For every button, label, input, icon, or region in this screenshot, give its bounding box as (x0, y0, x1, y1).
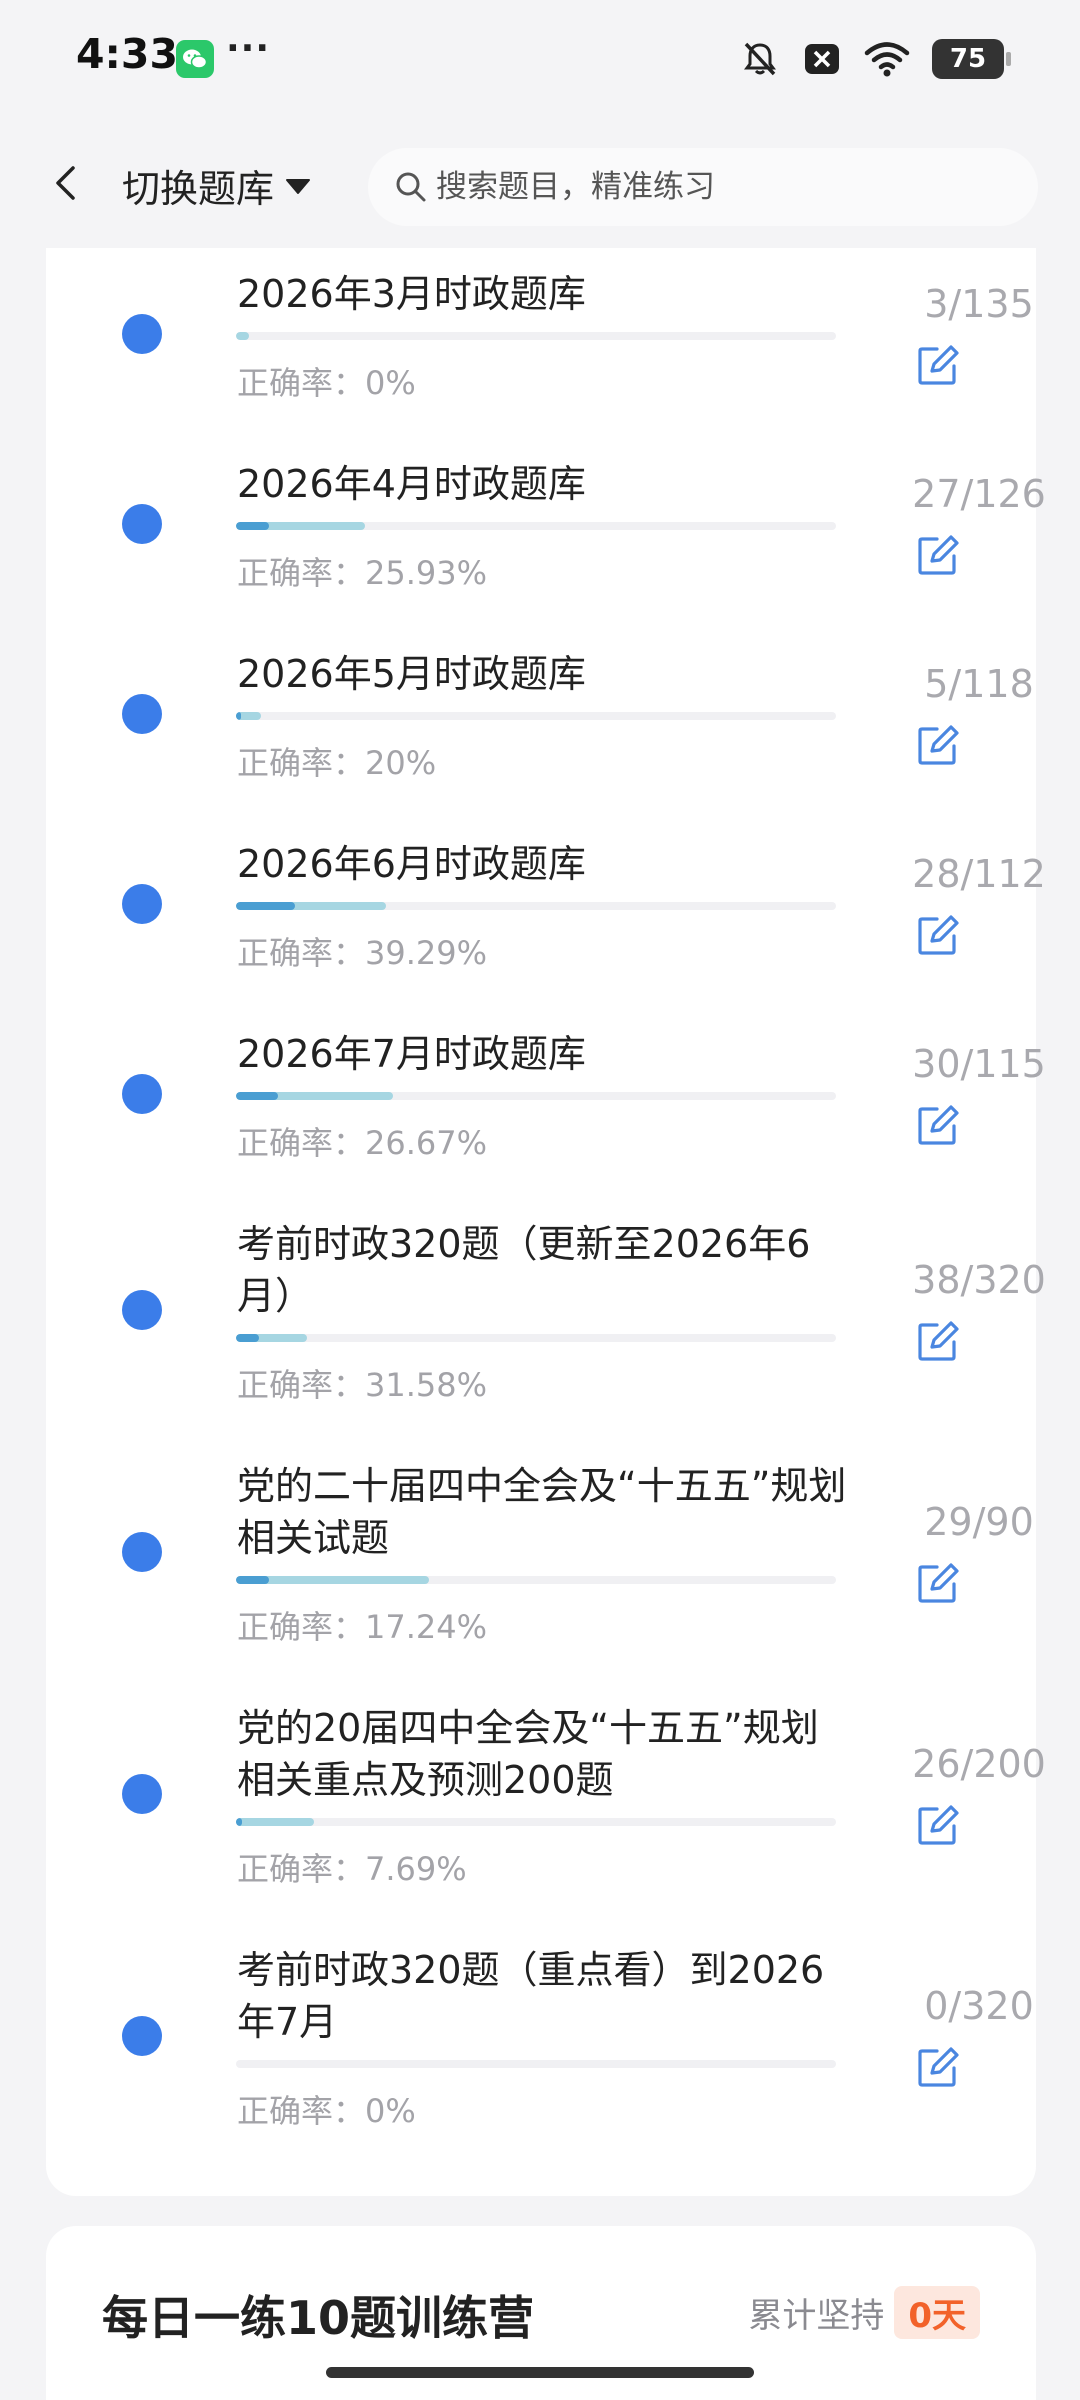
accuracy-label: 正确率：0% (237, 364, 416, 402)
status-bar: 4:33 ··· 75 (0, 0, 1080, 118)
bullet-dot (122, 1290, 162, 1330)
accuracy-label: 正确率：26.67% (237, 1124, 488, 1162)
question-bank-item[interactable]: 2026年6月时政题库 正确率：39.29% 28/112 (46, 818, 1046, 1008)
bank-title: 党的20届四中全会及“十五五”规划相关重点及预测200题 (237, 1706, 819, 1802)
progress-count: 26/200 (912, 1742, 1046, 1786)
streak-badge: 0天 (894, 2286, 980, 2339)
bank-title: 2026年4月时政题库 (237, 462, 586, 506)
bullet-dot (122, 1532, 162, 1572)
bank-title: 2026年5月时政题库 (237, 652, 586, 696)
accuracy-label: 正确率：0% (237, 2092, 416, 2130)
progress-track (236, 712, 836, 720)
question-bank-item[interactable]: 2026年5月时政题库 正确率：20% 5/118 (46, 628, 1036, 818)
progress-track (236, 1818, 836, 1826)
progress-track (236, 332, 836, 340)
edit-icon[interactable] (915, 1802, 961, 1848)
progress-track (236, 522, 836, 530)
bank-title: 2026年3月时政题库 (237, 272, 586, 316)
bullet-dot (122, 504, 162, 544)
progress-count: 28/112 (912, 852, 1046, 896)
home-indicator[interactable] (326, 2367, 754, 2378)
search-box[interactable] (368, 148, 1038, 226)
accuracy-fill (236, 902, 295, 910)
bullet-dot (122, 1774, 162, 1814)
bank-title: 2026年6月时政题库 (237, 842, 586, 886)
question-bank-item[interactable]: 考前时政320题（重点看）到2026年7月 正确率：0% 0/320 (46, 1924, 1036, 2166)
accuracy-label: 正确率：17.24% (237, 1608, 488, 1646)
bank-title: 考前时政320题（重点看）到2026年7月 (237, 1948, 825, 2044)
progress-count: 5/118 (924, 662, 1034, 706)
close-notification-icon (805, 44, 839, 74)
wechat-glyph (183, 49, 208, 69)
camp-streak: 累计坚持 0天 (748, 2286, 980, 2339)
battery-icon: 75 (932, 39, 1011, 79)
progress-track (236, 1092, 836, 1100)
question-bank-item[interactable]: 考前时政320题（更新至2026年6月） 正确率：31.58% 38/320 (46, 1198, 1046, 1440)
question-bank-item[interactable]: 2026年4月时政题库 正确率：25.93% 27/126 (46, 438, 1046, 628)
edit-icon[interactable] (915, 342, 961, 388)
bank-title: 2026年7月时政题库 (237, 1032, 586, 1076)
question-bank-item[interactable]: 2026年3月时政题库 正确率：0% 3/135 (46, 248, 1036, 438)
accuracy-fill (236, 1818, 242, 1826)
wechat-icon (176, 40, 214, 78)
progress-count: 3/135 (924, 282, 1034, 326)
accuracy-fill (236, 1576, 270, 1584)
search-input[interactable] (436, 169, 996, 205)
accuracy-label: 正确率：31.58% (237, 1366, 488, 1404)
accuracy-fill (236, 522, 270, 530)
battery-level: 75 (949, 44, 987, 74)
back-icon[interactable] (44, 160, 90, 206)
edit-icon[interactable] (915, 2044, 961, 2090)
streak-label: 累计坚持 (748, 2296, 885, 2336)
progress-fill (236, 332, 250, 340)
edit-icon[interactable] (915, 1560, 961, 1606)
camp-title: 每日一练10题训练营 (102, 2291, 535, 2345)
progress-track (236, 1576, 836, 1584)
edit-icon[interactable] (915, 1318, 961, 1364)
top-navigation: 切换题库 (0, 118, 1080, 248)
bullet-dot (122, 1074, 162, 1114)
accuracy-label: 正确率：20% (237, 744, 437, 782)
edit-icon[interactable] (915, 532, 961, 578)
accuracy-fill (236, 1334, 259, 1342)
accuracy-fill (236, 1092, 278, 1100)
bullet-dot (122, 884, 162, 924)
status-more-dots: ··· (226, 28, 271, 69)
switch-bank-label: 切换题库 (122, 167, 275, 211)
bank-title: 党的二十届四中全会及“十五五”规划相关试题 (237, 1464, 847, 1560)
wifi-icon (864, 42, 910, 77)
question-bank-item[interactable]: 党的20届四中全会及“十五五”规划相关重点及预测200题 正确率：7.69% 2… (46, 1682, 1046, 1924)
progress-fill (236, 1818, 314, 1826)
edit-icon[interactable] (915, 722, 961, 768)
progress-count: 0/320 (924, 1984, 1034, 2028)
status-time: 4:33 (76, 30, 178, 78)
progress-track (236, 902, 836, 910)
caret-down-icon (286, 178, 311, 194)
status-icons: 75 (740, 36, 1011, 82)
progress-count: 27/126 (912, 472, 1046, 516)
bullet-dot (122, 2016, 162, 2056)
question-bank-list: 2026年3月时政题库 正确率：0% 3/135 2026年4月时政题库 正确率… (46, 248, 1046, 2196)
progress-track (236, 1334, 836, 1342)
switch-bank-dropdown[interactable]: 切换题库 (122, 158, 312, 213)
progress-track (236, 2060, 836, 2068)
edit-icon[interactable] (915, 912, 961, 958)
bullet-dot (122, 314, 162, 354)
progress-count: 38/320 (912, 1258, 1046, 1302)
progress-count: 30/115 (912, 1042, 1046, 1086)
question-bank-item[interactable]: 党的二十届四中全会及“十五五”规划相关试题 正确率：17.24% 29/90 (46, 1440, 1036, 1682)
bank-title: 考前时政320题（更新至2026年6月） (237, 1222, 811, 1318)
question-bank-item[interactable]: 2026年7月时政题库 正确率：26.67% 30/115 (46, 1008, 1046, 1198)
bullet-dot (122, 694, 162, 734)
accuracy-label: 正确率：7.69% (237, 1850, 467, 1888)
bell-muted-icon (744, 42, 776, 76)
accuracy-fill (236, 712, 242, 720)
search-icon (396, 172, 426, 202)
edit-icon[interactable] (915, 1102, 961, 1148)
accuracy-label: 正确率：39.29% (237, 934, 488, 972)
accuracy-label: 正确率：25.93% (237, 554, 488, 592)
progress-count: 29/90 (924, 1500, 1034, 1544)
